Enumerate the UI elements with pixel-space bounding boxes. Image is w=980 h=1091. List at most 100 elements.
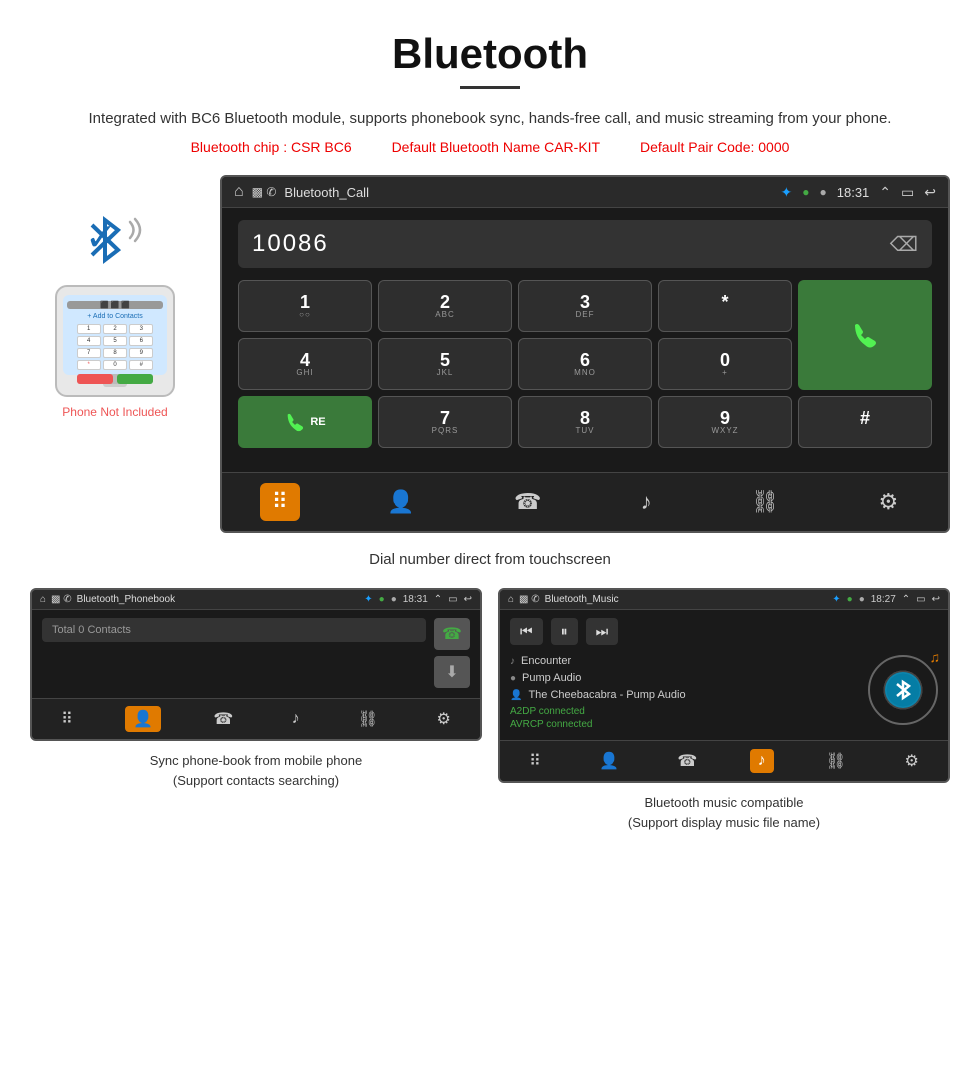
cs-window-icon[interactable]: ▭: [901, 184, 914, 201]
phone-mini-key: 0: [103, 360, 127, 370]
key-7[interactable]: 7PQRS: [378, 396, 512, 448]
spec-name: Default Bluetooth Name CAR-KIT: [392, 139, 601, 155]
pb-bottom-link-icon[interactable]: ⛓: [352, 706, 384, 732]
music-bottom-settings-icon[interactable]: ⚙: [898, 748, 924, 774]
cs-dot-icons: ●: [802, 185, 809, 199]
key-3[interactable]: 3DEF: [518, 280, 652, 332]
music-signal-icon: ●: [847, 594, 853, 605]
phone-add-contact-label: + Add to Contacts: [87, 313, 142, 320]
music-window-icon[interactable]: ▭: [916, 594, 925, 605]
music-bottom-dialpad-icon[interactable]: ⠿: [523, 748, 547, 774]
pb-title: Bluetooth_Phonebook: [77, 594, 175, 605]
phone-screen-top: ⬛ ⬛ ⬛: [67, 301, 163, 309]
music-back-icon[interactable]: ↩: [932, 594, 940, 605]
music-caption-line2: (Support display music file name): [628, 815, 820, 830]
main-caption: Dial number direct from touchscreen: [0, 543, 980, 588]
pb-caption-line1: Sync phone-book from mobile phone: [150, 753, 362, 768]
pb-download-button[interactable]: ⬇: [434, 656, 470, 688]
pb-back-icon[interactable]: ↩: [464, 594, 472, 605]
cs-nav-icons-left: ▩ ✆: [252, 185, 277, 199]
prev-button[interactable]: ⏮: [510, 618, 543, 645]
key-1[interactable]: 1○○: [238, 280, 372, 332]
bottom-contacts-icon[interactable]: 👤: [375, 483, 426, 521]
phonebook-card: ⌂ ▩ ✆ Bluetooth_Phonebook ✦ ● ● 18:31 ⌃ …: [30, 588, 482, 832]
key-8[interactable]: 8TUV: [518, 396, 652, 448]
pb-expand-icon[interactable]: ⌃: [434, 594, 442, 605]
pb-bottom-dialpad-icon[interactable]: ⠿: [55, 706, 79, 732]
music-expand-icon[interactable]: ⌃: [902, 594, 910, 605]
pb-list-area: Total 0 Contacts: [42, 618, 426, 690]
specs-row: Bluetooth chip : CSR BC6 Default Bluetoo…: [0, 139, 980, 155]
redial-button[interactable]: RE: [238, 396, 372, 448]
music-screen-header: ⌂ ▩ ✆ Bluetooth_Music ✦ ● ● 18:27 ⌃ ▭ ↩: [500, 590, 948, 610]
key-star[interactable]: *: [658, 280, 792, 332]
phone-mini-key: 2: [103, 324, 127, 334]
music-nav-icons: ▩ ✆: [519, 594, 540, 605]
dialer-area: 10086 ⌫ 1○○ 2ABC 3DEF * 4GHI 5JKL 6MNO 0…: [222, 208, 948, 472]
pb-signal-icon: ●: [379, 594, 385, 605]
pb-bottom-settings-icon[interactable]: ⚙: [430, 706, 456, 732]
cs-expand-icon[interactable]: ⌃: [879, 184, 891, 201]
key-9[interactable]: 9WXYZ: [658, 396, 792, 448]
cs-back-icon[interactable]: ↩: [924, 184, 936, 201]
key-5[interactable]: 5JKL: [378, 338, 512, 390]
pb-bottom-music-icon[interactable]: ♪: [286, 707, 306, 731]
home-icon[interactable]: ⌂: [234, 183, 244, 201]
bottom-row: ⌂ ▩ ✆ Bluetooth_Phonebook ✦ ● ● 18:31 ⌃ …: [0, 588, 980, 862]
backspace-button[interactable]: ⌫: [890, 232, 918, 257]
key-hash[interactable]: #: [798, 396, 932, 448]
bottom-settings-icon[interactable]: ⚙: [867, 483, 911, 521]
pb-header-right: ✦ ● ● 18:31 ⌃ ▭ ↩: [364, 594, 472, 605]
music-time: 18:27: [871, 594, 896, 605]
dialer-input-row: 10086 ⌫: [238, 220, 932, 268]
bottom-dialpad-icon[interactable]: ⠿: [260, 483, 300, 521]
music-bottom-contacts-icon[interactable]: 👤: [593, 748, 625, 774]
music-bottom-link-icon[interactable]: ⛓: [820, 748, 852, 774]
cs-dot-icon2: ●: [820, 185, 827, 199]
key-6[interactable]: 6MNO: [518, 338, 652, 390]
person-icon: 👤: [510, 690, 522, 701]
spec-chip: Bluetooth chip : CSR BC6: [191, 139, 352, 155]
signal-waves-icon: [125, 213, 155, 248]
track-name-3: The Cheebacabra - Pump Audio: [528, 689, 685, 701]
key-2[interactable]: 2ABC: [378, 280, 512, 332]
pb-empty-area: [42, 650, 426, 690]
car-screen-header: ⌂ ▩ ✆ Bluetooth_Call ✦ ● ● 18:31 ⌃ ▭ ↩: [222, 177, 948, 208]
spec-code: Default Pair Code: 0000: [640, 139, 789, 155]
music-caption: Bluetooth music compatible (Support disp…: [498, 793, 950, 832]
pb-search-field[interactable]: Total 0 Contacts: [42, 618, 426, 642]
bottom-link-icon[interactable]: ⛓: [739, 483, 791, 521]
phone-mini-key: 9: [129, 348, 153, 358]
bottom-call-icon[interactable]: ☎: [502, 483, 553, 521]
music-bottom-music-icon[interactable]: ♪: [750, 749, 774, 773]
phone-keypad-mini: 1 2 3 4 5 6 7 8 9 * 0 #: [77, 324, 154, 370]
bottom-music-icon[interactable]: ♪: [629, 483, 664, 521]
pb-call-button[interactable]: ☎: [434, 618, 470, 650]
key-4[interactable]: 4GHI: [238, 338, 372, 390]
next-button[interactable]: ⏭: [586, 618, 619, 645]
phone-side: ✓ ⬛ ⬛ ⬛ + Add to Contacts 1 2 3 4: [30, 175, 200, 419]
play-pause-button[interactable]: ⏸: [551, 618, 578, 645]
pb-bottom-contacts-icon[interactable]: 👤: [125, 706, 161, 732]
bluetooth-logo-icon: [80, 210, 130, 270]
cs-time: 18:31: [837, 185, 870, 200]
pb-home-icon[interactable]: ⌂: [40, 594, 46, 605]
pb-main-area: Total 0 Contacts ☎ ⬇: [42, 618, 470, 690]
music-controls: ⏮ ⏸ ⏭: [510, 618, 938, 645]
music-bt-icon: ✦: [832, 594, 840, 605]
pb-bottom-call-icon[interactable]: ☎: [207, 706, 239, 732]
music-header-right: ✦ ● ● 18:27 ⌃ ▭ ↩: [832, 594, 940, 605]
music-status: A2DP connected AVRCP connected: [510, 706, 860, 730]
music-bottom-call-icon[interactable]: ☎: [671, 748, 703, 774]
call-button[interactable]: [798, 280, 932, 390]
phone-mini-key: 4: [77, 336, 101, 346]
pb-caption-line2: (Support contacts searching): [173, 773, 339, 788]
key-0[interactable]: 0+: [658, 338, 792, 390]
pb-window-icon[interactable]: ▭: [448, 594, 457, 605]
phone-mini-key: 1: [77, 324, 101, 334]
main-car-screen: ⌂ ▩ ✆ Bluetooth_Call ✦ ● ● 18:31 ⌃ ▭ ↩ 1…: [220, 175, 950, 533]
music-home-icon[interactable]: ⌂: [508, 594, 514, 605]
page-description: Integrated with BC6 Bluetooth module, su…: [0, 107, 980, 131]
pb-nav-icons: ▩ ✆: [51, 594, 72, 605]
music-bottom-bar: ⠿ 👤 ☎ ♪ ⛓ ⚙: [500, 740, 948, 781]
